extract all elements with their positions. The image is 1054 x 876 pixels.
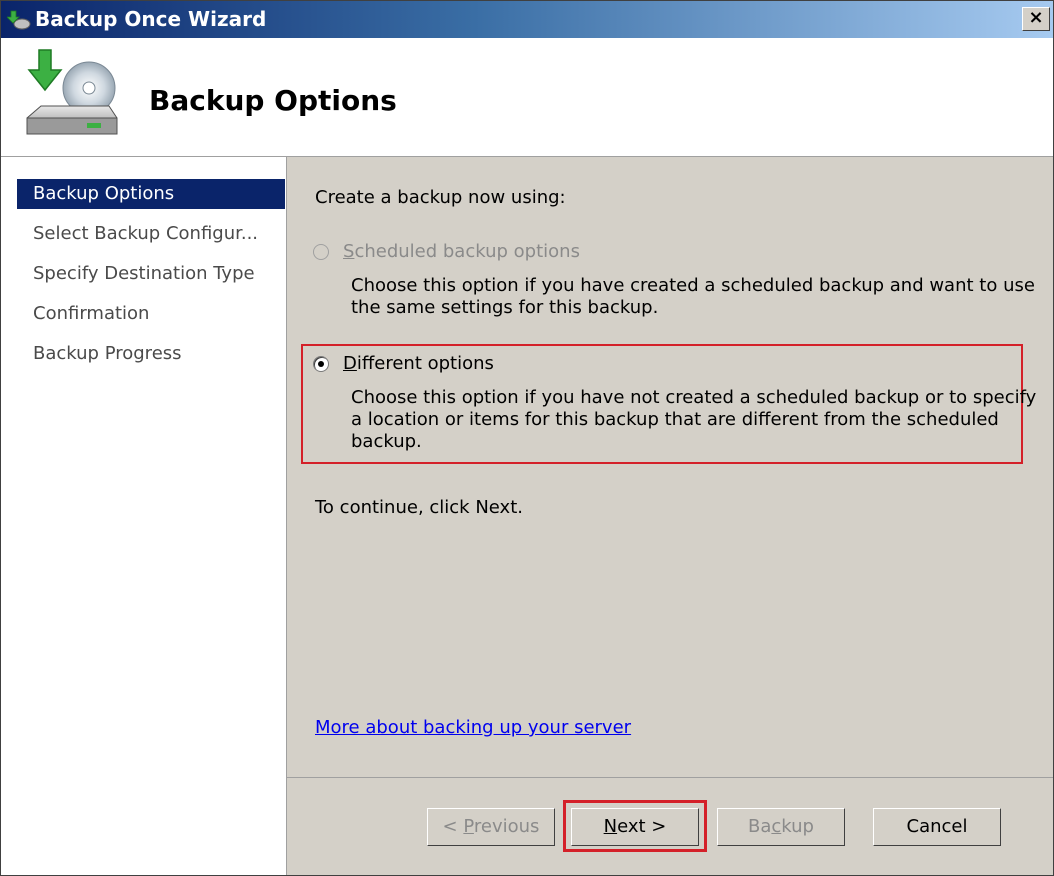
button-bar: < Previous Next > Backup Cancel <box>287 777 1053 875</box>
wizard-steps-nav: Backup Options Select Backup Configur...… <box>1 157 287 875</box>
close-icon: × <box>1028 7 1044 28</box>
step-backup-options: Backup Options <box>17 179 285 209</box>
scheduled-options-radio[interactable] <box>313 244 329 260</box>
window-title: Backup Once Wizard <box>35 7 267 31</box>
page-title: Backup Options <box>149 84 397 117</box>
prompt-text: Create a backup now using: <box>315 187 566 208</box>
close-button[interactable]: × <box>1022 7 1050 31</box>
next-button[interactable]: Next > <box>571 808 699 846</box>
backup-app-icon <box>7 10 31 30</box>
radio-selected-dot <box>318 361 324 367</box>
wizard-content: Create a backup now using: Scheduled bac… <box>287 157 1053 777</box>
backup-button[interactable]: Backup <box>717 808 845 846</box>
more-about-backup-link[interactable]: More about backing up your server <box>315 717 631 738</box>
cancel-button[interactable]: Cancel <box>873 808 1001 846</box>
step-select-backup-configuration: Select Backup Configur... <box>33 223 259 244</box>
wizard-header: Backup Options <box>1 38 1053 157</box>
backup-drive-icon <box>26 49 118 135</box>
scheduled-options-label: Scheduled backup options <box>343 241 580 262</box>
previous-button[interactable]: < Previous <box>427 808 555 846</box>
different-options-label: Different options <box>343 353 494 374</box>
different-options-description: Choose this option if you have not creat… <box>351 387 1037 452</box>
step-backup-progress: Backup Progress <box>33 343 182 364</box>
step-specify-destination-type: Specify Destination Type <box>33 263 255 284</box>
title-bar[interactable]: Backup Once Wizard × <box>1 1 1053 38</box>
backup-once-wizard-window: Backup Once Wizard × Backup Options Back… <box>0 0 1054 876</box>
step-confirmation: Confirmation <box>33 303 150 324</box>
continue-instruction: To continue, click Next. <box>315 497 523 518</box>
scheduled-options-description: Choose this option if you have created a… <box>351 275 1035 318</box>
different-options-radio[interactable] <box>313 356 329 372</box>
